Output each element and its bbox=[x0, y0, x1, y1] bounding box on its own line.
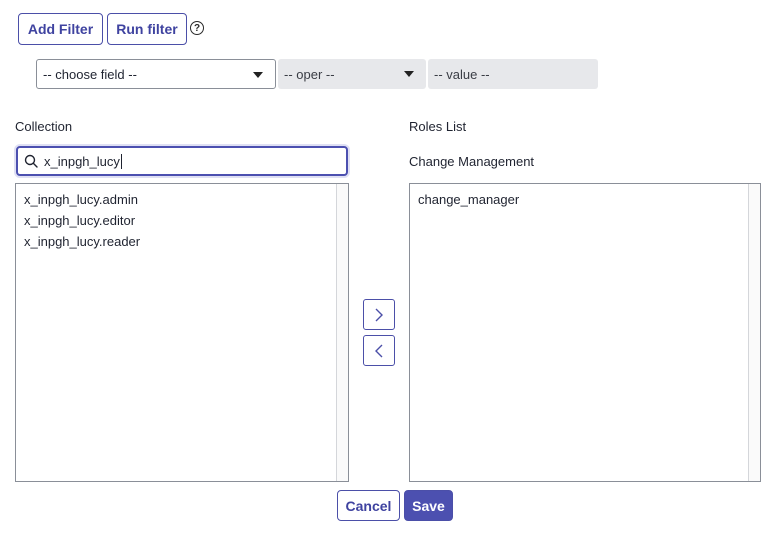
cancel-button[interactable]: Cancel bbox=[337, 490, 400, 521]
roles-group-label: Change Management bbox=[409, 154, 535, 169]
chevron-down-icon bbox=[253, 72, 263, 78]
collection-listbox[interactable]: x_inpgh_lucy.admin x_inpgh_lucy.editor x… bbox=[15, 183, 349, 482]
choose-field-select[interactable]: -- choose field -- bbox=[36, 59, 276, 89]
roles-listbox[interactable]: change_manager bbox=[409, 183, 761, 482]
help-icon[interactable]: ? bbox=[190, 21, 204, 35]
operator-select[interactable]: -- oper -- bbox=[278, 59, 426, 89]
choose-field-value: -- choose field -- bbox=[43, 66, 137, 82]
search-icon bbox=[24, 154, 38, 168]
list-item[interactable]: change_manager bbox=[410, 189, 760, 210]
roles-list-label: Roles List bbox=[409, 119, 467, 134]
remove-from-roles-button[interactable] bbox=[363, 335, 395, 366]
collection-search-input[interactable]: x_inpgh_lucy bbox=[16, 146, 348, 176]
chevron-down-icon bbox=[404, 71, 414, 77]
operator-value: -- oper -- bbox=[284, 66, 335, 82]
list-item[interactable]: x_inpgh_lucy.editor bbox=[16, 210, 348, 231]
value-input[interactable]: -- value -- bbox=[428, 59, 598, 89]
value-placeholder: -- value -- bbox=[434, 66, 490, 82]
search-value: x_inpgh_lucy bbox=[44, 153, 120, 169]
add-to-roles-button[interactable] bbox=[363, 299, 395, 330]
add-filter-button[interactable]: Add Filter bbox=[18, 13, 103, 45]
collection-scrollbar[interactable] bbox=[336, 184, 348, 481]
list-item[interactable]: x_inpgh_lucy.admin bbox=[16, 189, 348, 210]
collection-label: Collection bbox=[15, 119, 73, 134]
run-filter-button[interactable]: Run filter bbox=[107, 13, 187, 45]
roles-scrollbar[interactable] bbox=[748, 184, 760, 481]
save-button[interactable]: Save bbox=[404, 490, 453, 521]
chevron-right-icon bbox=[375, 308, 383, 321]
chevron-left-icon bbox=[375, 344, 383, 357]
text-cursor bbox=[120, 153, 122, 169]
list-item[interactable]: x_inpgh_lucy.reader bbox=[16, 231, 348, 252]
